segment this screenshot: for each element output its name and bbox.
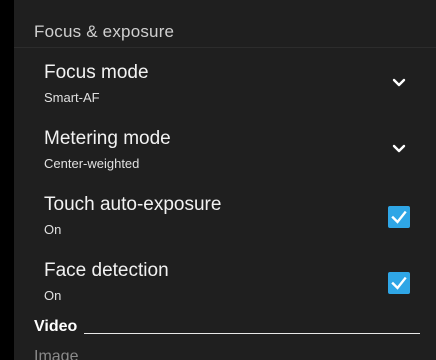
checkmark-icon: [391, 210, 407, 224]
setting-value: On: [44, 222, 62, 237]
setting-value: Center-weighted: [44, 156, 140, 171]
chevron-down-icon[interactable]: [392, 142, 406, 156]
setting-face-detection[interactable]: Face detection On: [14, 250, 436, 316]
chevron-down-icon[interactable]: [392, 76, 406, 90]
setting-touch-auto-exposure[interactable]: Touch auto-exposure On: [14, 184, 436, 250]
setting-metering-mode[interactable]: Metering mode Center-weighted: [14, 118, 436, 184]
setting-focus-mode[interactable]: Focus mode Smart-AF: [14, 52, 436, 118]
video-section-divider: [84, 333, 420, 334]
setting-value: Smart-AF: [44, 90, 100, 105]
checkmark-icon: [391, 276, 407, 290]
setting-title: Face detection: [44, 260, 169, 281]
section-header-video: Video: [34, 318, 78, 335]
header-divider: [14, 47, 436, 48]
section-header-image: Image: [34, 348, 79, 360]
camera-settings-panel: Focus & exposure Focus mode Smart-AF Met…: [14, 0, 436, 360]
setting-value: On: [44, 288, 62, 303]
face-detection-checkbox[interactable]: [388, 272, 410, 294]
setting-title: Focus mode: [44, 62, 149, 83]
touch-auto-exposure-checkbox[interactable]: [388, 206, 410, 228]
section-header-focus-exposure: Focus & exposure: [34, 22, 175, 41]
setting-title: Touch auto-exposure: [44, 194, 222, 215]
setting-title: Metering mode: [44, 128, 171, 149]
